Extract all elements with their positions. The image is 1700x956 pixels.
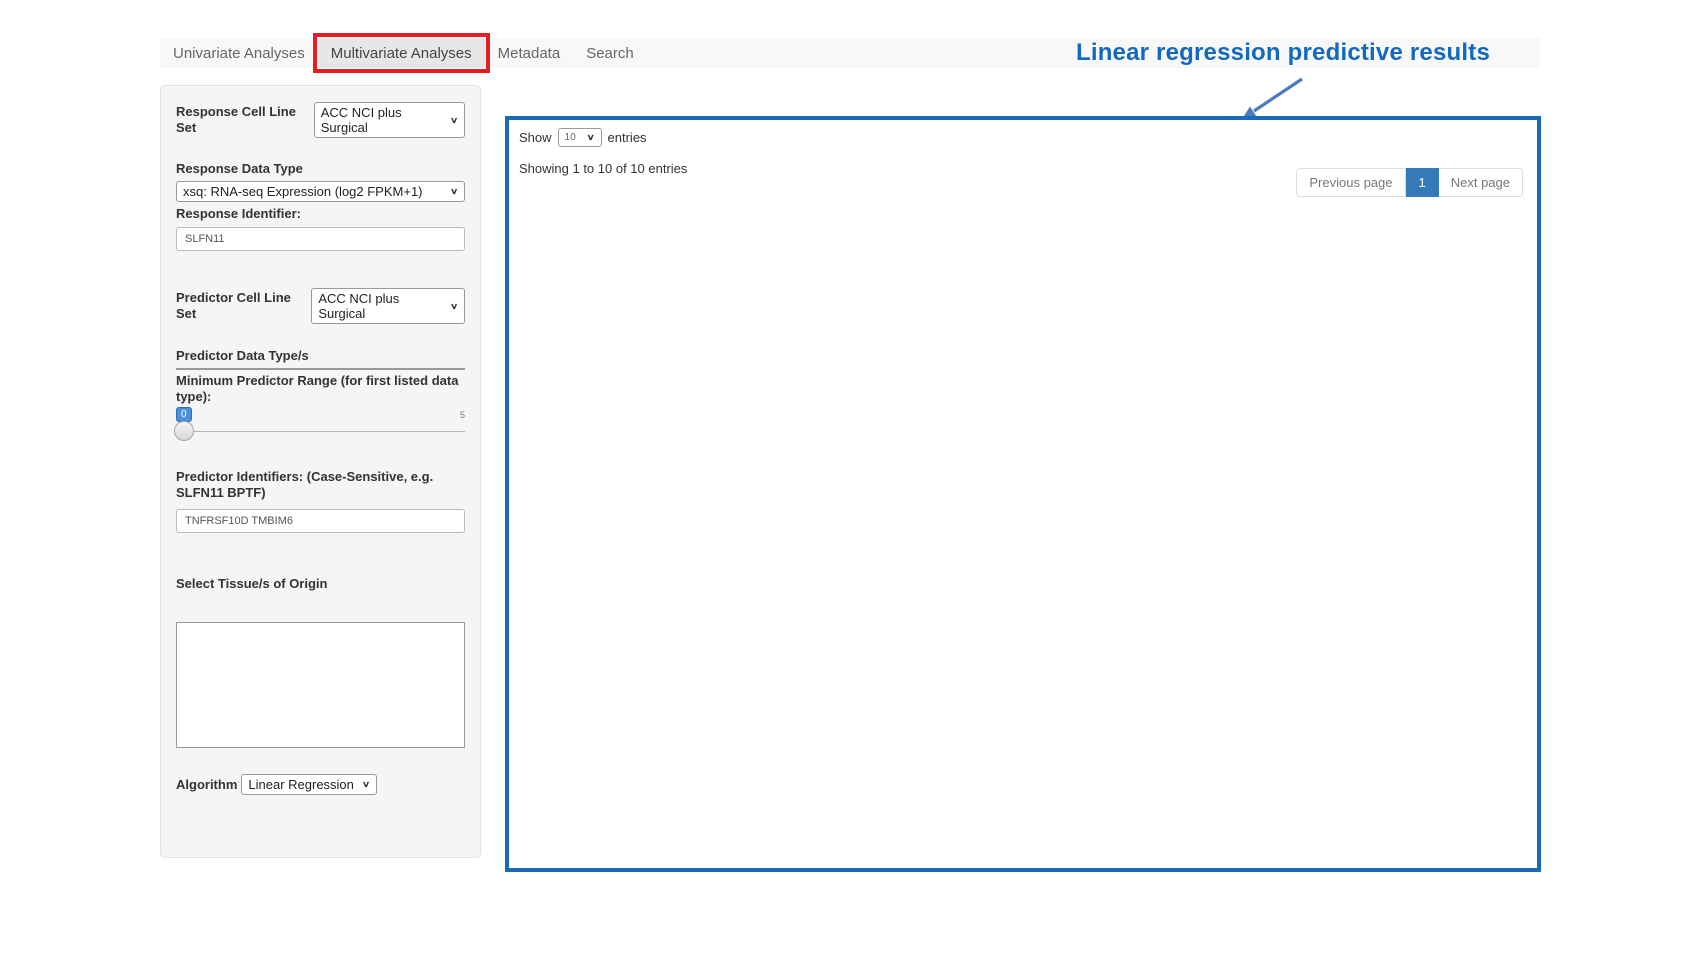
response-identifier-label: Response Identifier: <box>176 206 465 222</box>
show-entries-suffix: entries <box>608 130 647 145</box>
predictor-cell-line-set-select[interactable]: ACC NCI plus Surgical ∨ <box>311 288 465 324</box>
algorithm-label: Algorithm <box>176 777 237 793</box>
pagination: Previous page 1 Next page <box>1296 168 1523 197</box>
nav-item-label: Metadata <box>498 45 561 62</box>
annotation-title: Linear regression predictive results <box>1076 39 1490 67</box>
nav-item-label: Multivariate Analyses <box>331 45 472 62</box>
show-entries-prefix: Show <box>519 130 552 145</box>
slider-ticks <box>176 432 465 436</box>
response-identifier-input[interactable] <box>176 227 465 251</box>
predictor-data-types-listbox[interactable] <box>176 368 465 370</box>
show-entries-value: 10 <box>565 132 576 143</box>
previous-page-button[interactable]: Previous page <box>1296 168 1405 197</box>
chevron-down-icon: ∨ <box>362 780 370 790</box>
tissue-origin-label: Select Tissue/s of Origin <box>176 576 465 592</box>
slider-handle[interactable] <box>174 421 194 441</box>
slider-tick-labels <box>176 441 465 453</box>
chevron-down-icon: ∨ <box>450 301 458 311</box>
predictor-cell-line-set-value: ACC NCI plus Surgical <box>318 291 442 321</box>
chevron-down-icon: ∨ <box>586 133 594 143</box>
results-panel: Show 10 ∨ entries Showing 1 to 10 of 10 … <box>505 116 1541 872</box>
predictor-cell-line-set-label: Predictor Cell Line Set <box>176 290 307 322</box>
response-data-type-select[interactable]: xsq: RNA-seq Expression (log2 FPKM+1) ∨ <box>176 181 465 202</box>
nav-item-label: Search <box>586 45 634 62</box>
nav-item-label: Univariate Analyses <box>173 45 305 62</box>
min-predictor-range-slider[interactable]: 0 5 <box>176 407 465 459</box>
predictor-data-types-label: Predictor Data Type/s <box>176 348 465 364</box>
next-page-button[interactable]: Next page <box>1439 168 1523 197</box>
predictor-identifiers-input[interactable] <box>176 509 465 533</box>
current-page-button[interactable]: 1 <box>1406 168 1439 197</box>
nav-item-multivariate-analyses[interactable]: Multivariate Analyses <box>318 38 485 68</box>
response-data-type-value: xsq: RNA-seq Expression (log2 FPKM+1) <box>183 184 423 199</box>
response-data-type-label: Response Data Type <box>176 161 465 177</box>
slider-value-badge: 0 <box>176 407 192 422</box>
slider-max-label: 5 <box>460 410 465 420</box>
algorithm-select[interactable]: Linear Regression ∨ <box>241 774 377 795</box>
chevron-down-icon: ∨ <box>450 115 458 125</box>
response-cell-line-set-value: ACC NCI plus Surgical <box>321 105 442 135</box>
response-cell-line-set-label: Response Cell Line Set <box>176 104 310 136</box>
response-cell-line-set-select[interactable]: ACC NCI plus Surgical ∨ <box>314 102 465 138</box>
nav-item-metadata[interactable]: Metadata <box>485 38 574 68</box>
sidebar-form: Response Cell Line Set ACC NCI plus Surg… <box>160 85 481 858</box>
algorithm-value: Linear Regression <box>248 777 354 792</box>
nav-item-search[interactable]: Search <box>573 38 647 68</box>
chevron-down-icon: ∨ <box>450 187 458 197</box>
nav-item-univariate-analyses[interactable]: Univariate Analyses <box>160 38 318 68</box>
show-entries-select[interactable]: 10 ∨ <box>558 128 602 147</box>
tissue-listbox[interactable] <box>176 622 465 748</box>
predictor-identifiers-label: Predictor Identifiers: (Case-Sensitive, … <box>176 469 456 501</box>
min-predictor-range-label: Minimum Predictor Range (for first liste… <box>176 373 465 405</box>
